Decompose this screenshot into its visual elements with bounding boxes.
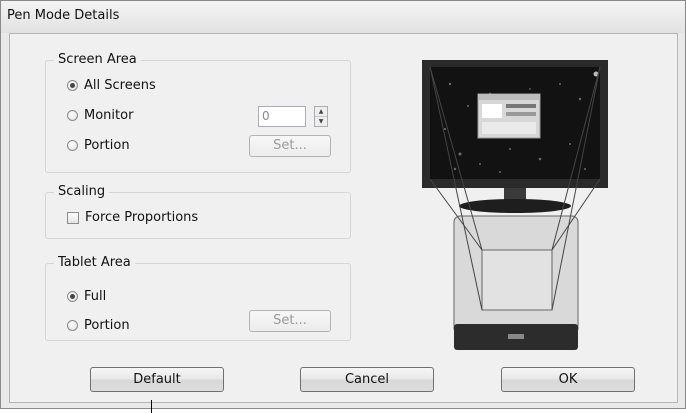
tablet-area-group: Tablet Area Full Portion Set... xyxy=(45,255,351,341)
screen-area-title: Screen Area xyxy=(54,52,141,68)
monitor-stand-base xyxy=(459,199,571,213)
monitor-number-input[interactable]: 0 xyxy=(258,106,306,127)
monitor-radio[interactable]: Monitor xyxy=(67,108,133,123)
force-proportions-checkbox-icon xyxy=(67,211,79,224)
all-screens-radio[interactable]: All Screens xyxy=(67,78,156,93)
app-window-text xyxy=(506,112,536,116)
app-window-titlebar xyxy=(478,94,540,100)
ok-button[interactable]: OK xyxy=(501,367,635,392)
tablet-portion-label: Portion xyxy=(84,318,130,333)
screen-set-button[interactable]: Set... xyxy=(249,135,331,157)
force-proportions-label: Force Proportions xyxy=(85,210,199,225)
scaling-title: Scaling xyxy=(54,184,110,200)
tablet-logo xyxy=(508,334,524,339)
tablet-area-title: Tablet Area xyxy=(54,255,135,271)
all-screens-label: All Screens xyxy=(84,78,156,93)
screen-tablet-mapping-illustration xyxy=(422,60,608,350)
cancel-button[interactable]: Cancel xyxy=(300,367,434,392)
app-window-text xyxy=(506,104,536,108)
tablet-active-area xyxy=(481,249,553,311)
monitor-label: Monitor xyxy=(84,108,134,123)
tablet-portion-radio[interactable]: Portion xyxy=(67,318,130,333)
monitor-neck xyxy=(504,188,526,200)
full-radio[interactable]: Full xyxy=(67,289,106,304)
spin-down-icon[interactable]: ▼ xyxy=(315,117,327,126)
screen-portion-radio-icon xyxy=(67,140,78,151)
app-window-panel xyxy=(482,104,502,118)
title-bar: Pen Mode Details xyxy=(1,1,685,33)
callout-line xyxy=(151,400,152,413)
screen-area-group: Screen Area All Screens Monitor 0 ▲ ▼ Po… xyxy=(45,52,351,173)
dialog-title: Pen Mode Details xyxy=(7,8,120,23)
spin-up-icon[interactable]: ▲ xyxy=(315,107,327,117)
full-label: Full xyxy=(84,289,107,304)
monitor-spinner[interactable]: ▲ ▼ xyxy=(314,106,328,127)
tablet-portion-radio-icon xyxy=(67,320,78,331)
all-screens-radio-icon xyxy=(67,80,78,91)
screen-portion-radio[interactable]: Portion xyxy=(67,138,130,153)
force-proportions-checkbox[interactable]: Force Proportions xyxy=(67,210,198,225)
app-window-body xyxy=(482,122,536,134)
tablet-set-button[interactable]: Set... xyxy=(249,310,331,332)
dialog-content: Screen Area All Screens Monitor 0 ▲ ▼ Po… xyxy=(9,33,678,403)
screen-portion-label: Portion xyxy=(84,138,130,153)
scaling-group: Scaling Force Proportions xyxy=(45,184,351,239)
pen-mode-details-dialog: Pen Mode Details Screen Area All Screens… xyxy=(0,0,686,409)
full-radio-icon xyxy=(67,291,78,302)
default-button[interactable]: Default xyxy=(90,367,224,392)
monitor-radio-icon xyxy=(67,110,78,121)
